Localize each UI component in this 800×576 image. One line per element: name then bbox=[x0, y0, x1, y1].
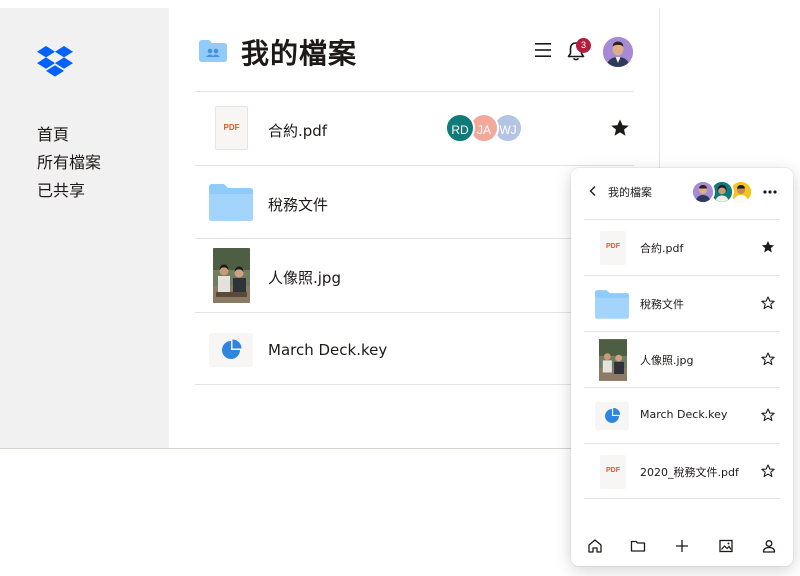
photos-icon[interactable] bbox=[718, 538, 734, 554]
desktop-window: 首頁 所有檔案 已共享 我的檔案 3 PDF 合約.pdf RD JA WJ 稅… bbox=[0, 8, 660, 449]
file-row[interactable]: 人像照.jpg bbox=[195, 238, 634, 312]
star-filled-icon[interactable] bbox=[761, 240, 775, 254]
pdf-file-icon: PDF bbox=[600, 455, 626, 489]
star-outline-icon[interactable] bbox=[761, 464, 775, 478]
file-name[interactable]: March Deck.key bbox=[640, 408, 727, 421]
mobile-file-list: PDF 合約.pdf 稅務文件 人像照.jpg March Deck.key P… bbox=[584, 219, 780, 499]
pdf-thumb-label: PDF bbox=[606, 467, 620, 474]
keynote-file-icon bbox=[595, 402, 629, 430]
page-title: 我的檔案 bbox=[241, 37, 358, 70]
sidebar-nav: 首頁 所有檔案 已共享 bbox=[37, 121, 101, 205]
sidebar-item-shared[interactable]: 已共享 bbox=[37, 177, 101, 205]
file-name[interactable]: 人像照.jpg bbox=[640, 352, 694, 368]
mobile-window: 我的檔案 PDF 合約.pdf 稅務文件 人像照.jpg March Deck.… bbox=[571, 168, 793, 566]
file-name[interactable]: 合約.pdf bbox=[640, 240, 683, 256]
folder-icon bbox=[595, 290, 629, 319]
keynote-file-icon bbox=[209, 332, 253, 367]
sidebar: 首頁 所有檔案 已共享 bbox=[0, 8, 169, 448]
plus-icon[interactable] bbox=[674, 538, 690, 554]
account-icon[interactable] bbox=[761, 538, 777, 554]
pdf-file-icon: PDF bbox=[215, 106, 248, 150]
page-header: 我的檔案 3 bbox=[169, 8, 659, 92]
mobile-tab-bar bbox=[571, 534, 793, 560]
avatar bbox=[691, 180, 715, 204]
folder-icon bbox=[209, 183, 253, 221]
file-row[interactable]: PDF 合約.pdf RD JA WJ bbox=[195, 91, 634, 165]
star-outline-icon[interactable] bbox=[761, 352, 775, 366]
pdf-file-icon: PDF bbox=[600, 231, 626, 265]
pie-chart-icon bbox=[222, 339, 242, 359]
file-list: PDF 合約.pdf RD JA WJ 稅務文件 人像照.jpg March D… bbox=[195, 91, 634, 385]
menu-icon[interactable] bbox=[533, 41, 553, 59]
mobile-page-title: 我的檔案 bbox=[608, 186, 652, 199]
mobile-file-row[interactable]: 人像照.jpg bbox=[584, 331, 780, 387]
notification-badge: 3 bbox=[576, 38, 591, 53]
dropbox-logo-icon[interactable] bbox=[37, 46, 73, 78]
folder-icon[interactable] bbox=[630, 538, 646, 554]
sidebar-item-home[interactable]: 首頁 bbox=[37, 121, 101, 149]
user-avatar[interactable] bbox=[603, 37, 633, 67]
collaborator-avatar: RD bbox=[445, 113, 475, 143]
pdf-thumb-label: PDF bbox=[606, 243, 620, 250]
shared-folder-icon bbox=[199, 40, 227, 62]
mobile-file-row[interactable]: March Deck.key bbox=[584, 387, 780, 443]
home-icon[interactable] bbox=[587, 538, 603, 554]
image-thumbnail bbox=[213, 248, 250, 303]
file-name[interactable]: 人像照.jpg bbox=[268, 267, 341, 288]
pie-chart-icon bbox=[605, 407, 621, 423]
star-outline-icon[interactable] bbox=[761, 408, 775, 422]
file-name[interactable]: 稅務文件 bbox=[640, 296, 684, 312]
image-thumbnail bbox=[599, 339, 627, 381]
sidebar-item-all-files[interactable]: 所有檔案 bbox=[37, 149, 101, 177]
chevron-left-icon[interactable] bbox=[588, 185, 598, 197]
file-row[interactable]: 稅務文件 bbox=[195, 164, 634, 239]
file-name[interactable]: 2020_稅務文件.pdf bbox=[640, 464, 739, 480]
star-outline-icon[interactable] bbox=[761, 296, 775, 310]
mobile-file-row[interactable]: PDF 合約.pdf bbox=[584, 219, 780, 275]
star-filled-icon[interactable] bbox=[610, 118, 630, 138]
mobile-file-row[interactable]: PDF 2020_稅務文件.pdf bbox=[584, 443, 780, 499]
mobile-file-row[interactable]: 稅務文件 bbox=[584, 275, 780, 331]
file-row[interactable]: March Deck.key bbox=[195, 311, 634, 385]
file-name[interactable]: March Deck.key bbox=[268, 341, 387, 359]
more-options-icon[interactable] bbox=[763, 190, 777, 194]
file-name[interactable]: 稅務文件 bbox=[268, 194, 328, 215]
file-name[interactable]: 合約.pdf bbox=[268, 120, 327, 141]
mobile-collaborator-avatars[interactable] bbox=[691, 180, 755, 204]
pdf-thumb-label: PDF bbox=[223, 123, 240, 132]
